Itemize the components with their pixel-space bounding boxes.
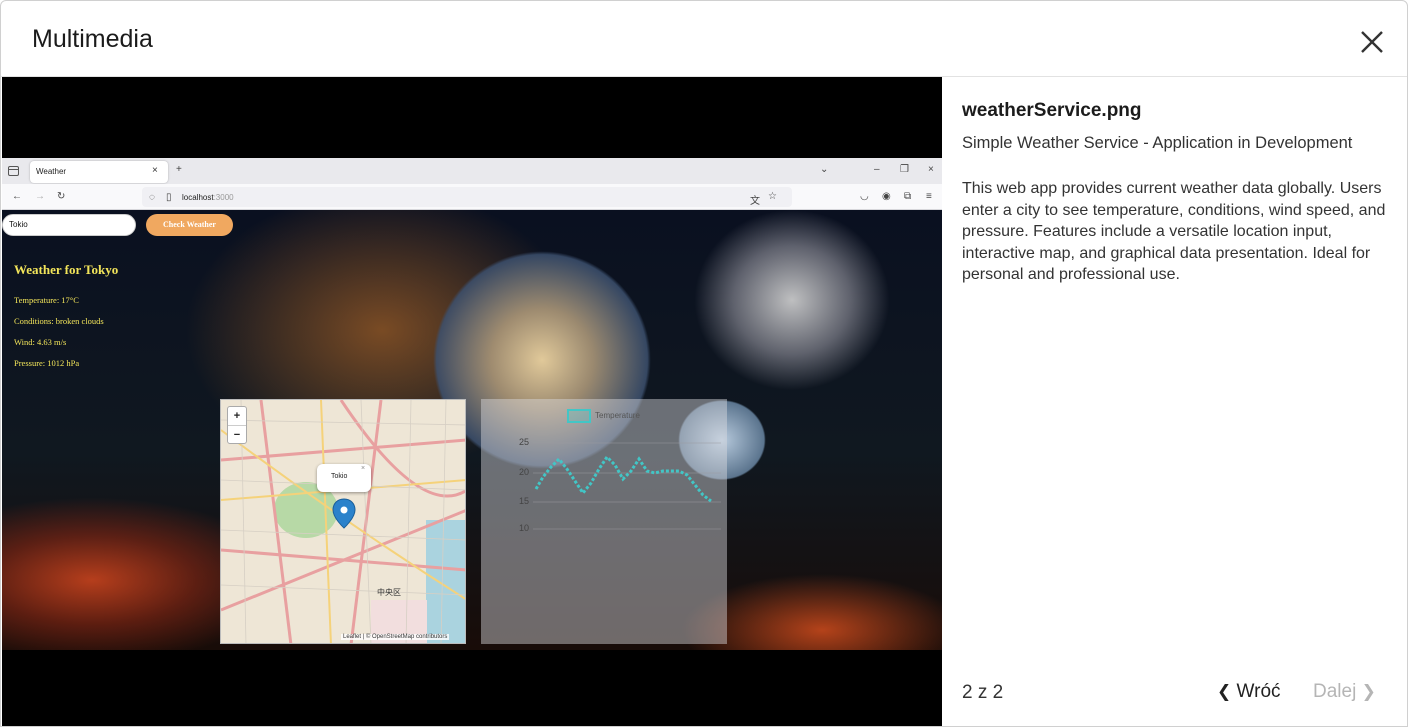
map-attribution[interactable]: Leaflet | © OpenStreetMap contributors <box>341 634 450 640</box>
check-weather-button[interactable]: Check Weather <box>146 214 233 236</box>
temperature-chart: Temperature 25 20 15 10 <box>481 399 727 644</box>
weather-app-screenshot: Weather × + ⌄ – ❐ × ← → ↻ ◌ ▯ localhost:… <box>2 158 942 650</box>
modal-header: Multimedia <box>1 1 1407 77</box>
pocket-icon[interactable]: ◡ <box>860 191 869 202</box>
page-icon: ▯ <box>166 192 172 203</box>
account-icon[interactable]: ◉ <box>882 191 891 202</box>
menu-icon[interactable]: ≡ <box>926 191 932 202</box>
window-close-icon[interactable]: × <box>928 164 934 175</box>
back-arrow-icon[interactable]: ← <box>12 191 22 202</box>
tab-title: Weather <box>36 167 67 176</box>
next-label: Dalej <box>1313 681 1357 702</box>
browser-tab-bar: Weather × + ⌄ – ❐ × <box>2 158 942 184</box>
pressure-text: Pressure: 1012 hPa <box>14 358 80 368</box>
city-input[interactable]: Tokio <box>2 214 136 236</box>
translate-icon[interactable]: 文 <box>750 192 760 207</box>
extensions-icon[interactable]: ⧉ <box>904 191 911 202</box>
chevron-right-icon: ❯ <box>1361 682 1376 701</box>
url-text: localhost:3000 <box>182 193 234 202</box>
map-zoom-control: + − <box>227 406 247 444</box>
multimedia-modal: Multimedia Weather × + ⌄ – ❐ × ← → ↻ ◌ ▯… <box>0 0 1408 727</box>
city-map[interactable]: + − Tokio × 中央区 Leaflet | © OpenStreetMa… <box>220 399 466 644</box>
ward-label: 中央区 <box>377 588 401 597</box>
map-popup: Tokio × <box>317 464 371 492</box>
wind-text: Wind: 4.63 m/s <box>14 337 67 347</box>
media-viewer: Weather × + ⌄ – ❐ × ← → ↻ ◌ ▯ localhost:… <box>2 77 942 726</box>
zoom-in-button[interactable]: + <box>228 407 246 425</box>
weather-heading: Weather for Tokyo <box>14 262 119 277</box>
reload-icon[interactable]: ↻ <box>57 191 65 202</box>
chevron-down-icon[interactable]: ⌄ <box>820 164 828 175</box>
image-counter: 2 z 2 <box>962 682 1004 703</box>
modal-title: Multimedia <box>32 25 153 53</box>
file-description: This web app provides current weather da… <box>962 180 1386 283</box>
url-host: localhost <box>182 193 214 202</box>
zoom-out-button[interactable]: − <box>228 425 246 443</box>
popup-text: Tokio <box>331 473 348 480</box>
bookmark-star-icon[interactable]: ☆ <box>768 191 777 202</box>
new-tab-icon[interactable]: + <box>176 164 182 175</box>
forward-arrow-icon[interactable]: → <box>35 191 45 202</box>
previous-label: Wróć <box>1236 681 1281 702</box>
next-button: Dalej ❯ <box>1313 681 1376 703</box>
conditions-text: Conditions: broken clouds <box>14 316 104 326</box>
map-tiles <box>221 400 465 643</box>
file-caption: Simple Weather Service - Application in … <box>962 134 1353 152</box>
close-icon[interactable] <box>1355 25 1389 59</box>
browser-tab[interactable]: Weather × <box>30 161 168 183</box>
popup-close-icon[interactable]: × <box>361 465 365 472</box>
details-panel: weatherService.png Simple Weather Servic… <box>942 77 1407 726</box>
restore-icon[interactable]: ❐ <box>900 164 909 175</box>
url-port: :3000 <box>213 193 234 202</box>
shield-icon: ◌ <box>149 192 155 203</box>
address-bar[interactable]: ◌ ▯ localhost:3000 文 ☆ <box>142 187 792 207</box>
browser-toolbar: ← → ↻ ◌ ▯ localhost:3000 文 ☆ ◡ ◉ ⧉ ≡ <box>2 184 942 210</box>
chevron-left-icon: ❮ <box>1217 682 1232 701</box>
minimize-icon[interactable]: – <box>874 164 880 175</box>
tab-list-icon <box>8 166 19 176</box>
temperature-line <box>533 442 721 530</box>
tab-close-icon[interactable]: × <box>152 165 158 176</box>
previous-button[interactable]: ❮ Wróć <box>1217 681 1281 703</box>
file-name: weatherService.png <box>962 100 1142 121</box>
weather-page: Tokio Check Weather Weather for Tokyo Te… <box>2 210 942 650</box>
temperature-text: Temperature: 17°C <box>14 295 79 305</box>
